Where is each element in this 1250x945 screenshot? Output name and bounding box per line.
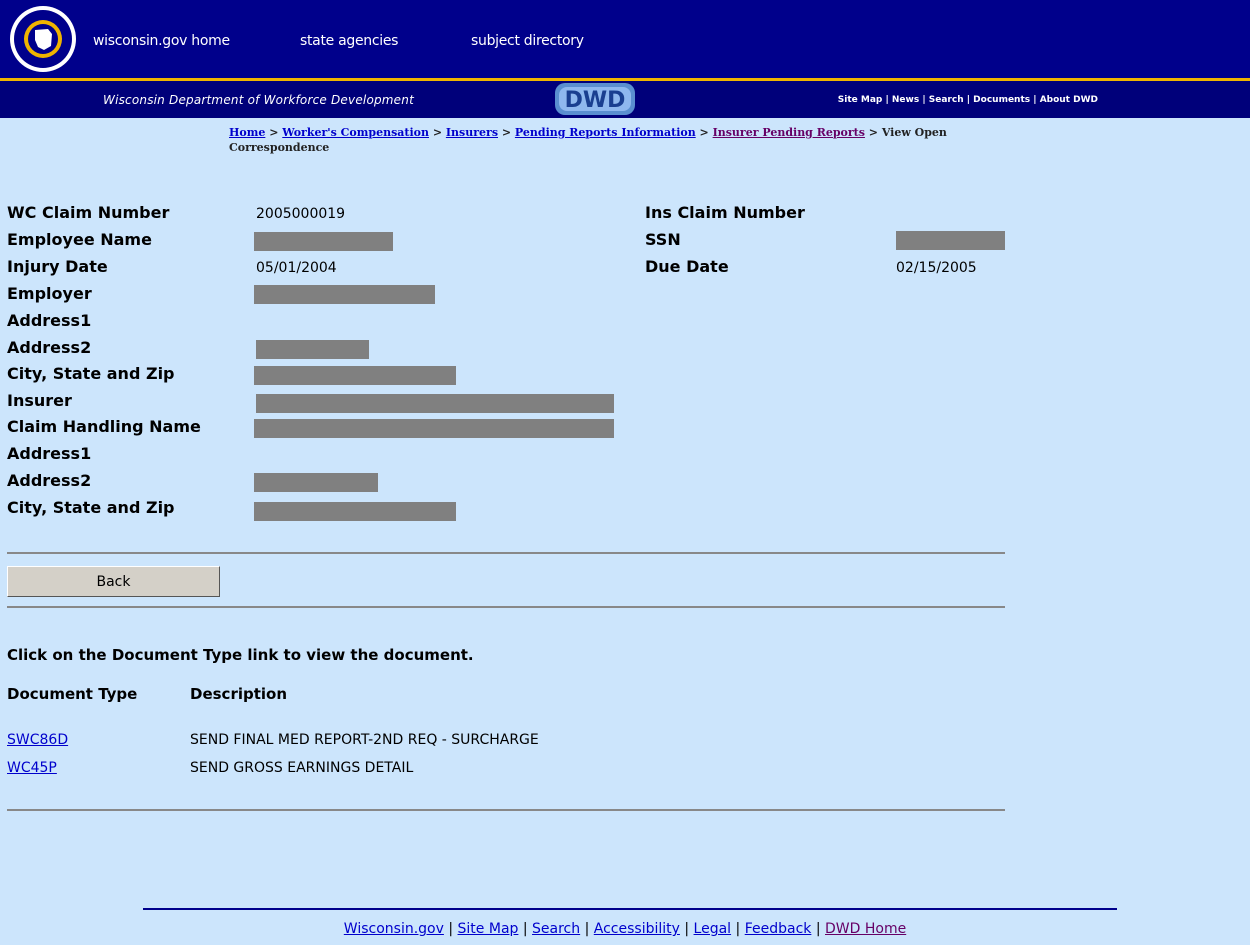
claim-handling-name-redacted [254, 419, 614, 438]
ins-claim-number-label: Ins Claim Number [645, 203, 805, 222]
breadcrumb-workers-compensation[interactable]: Worker's Compensation [282, 126, 429, 139]
footer-feedback-link[interactable]: Feedback [745, 921, 812, 937]
ssn-redacted [896, 231, 1005, 250]
claim-handling-name-label: Claim Handling Name [7, 417, 201, 436]
description-header: Description [190, 685, 288, 703]
due-date-value: 02/15/2005 [896, 260, 977, 276]
about-dwd-link[interactable]: About DWD [1040, 95, 1098, 105]
search-link[interactable]: Search [929, 95, 964, 105]
footer-site-map-link[interactable]: Site Map [458, 921, 519, 937]
footer-legal-link[interactable]: Legal [694, 921, 732, 937]
utility-links: Site Map | News | Search | Documents | A… [837, 95, 1098, 105]
subject-directory-link[interactable]: subject directory [471, 33, 584, 49]
document-description: SEND GROSS EARNINGS DETAIL [190, 760, 414, 776]
breadcrumb-insurers[interactable]: Insurers [446, 126, 498, 139]
document-description: SEND FINAL MED REPORT-2ND REQ - SURCHARG… [190, 732, 539, 748]
ssn-label: SSN [645, 230, 681, 249]
wisconsin-seal-icon[interactable] [8, 4, 78, 74]
site-map-link[interactable]: Site Map [838, 95, 883, 105]
footer-dwd-home-link[interactable]: DWD Home [825, 921, 906, 937]
breadcrumb-pending-reports-info[interactable]: Pending Reports Information [515, 126, 696, 139]
employee-name-label: Employee Name [7, 230, 152, 249]
employer-city-state-zip-redacted [254, 366, 456, 385]
documents-link[interactable]: Documents [973, 95, 1030, 105]
department-name: Wisconsin Department of Workforce Develo… [103, 93, 414, 107]
employee-name-redacted [254, 232, 393, 251]
insurer-city-state-zip-redacted [254, 502, 456, 521]
due-date-label: Due Date [645, 257, 729, 276]
employer-address2-label: Address2 [7, 338, 92, 357]
footer-links: Wisconsin.gov | Site Map | Search | Acce… [343, 921, 907, 937]
insurer-address1-label: Address1 [7, 444, 92, 463]
document-type-header: Document Type [7, 685, 138, 703]
back-button[interactable]: Back [7, 566, 220, 597]
department-bar: Wisconsin Department of Workforce Develo… [0, 81, 1250, 118]
insurer-label: Insurer [7, 391, 72, 410]
document-link-wc45p[interactable]: WC45P [7, 760, 57, 776]
footer-rule [143, 908, 1117, 910]
instruction-text: Click on the Document Type link to view … [7, 646, 474, 664]
insurer-address2-redacted [254, 473, 378, 492]
news-link[interactable]: News [892, 95, 919, 105]
dwd-logo-icon[interactable]: DWD [555, 83, 635, 115]
state-agencies-link[interactable]: state agencies [300, 33, 398, 49]
document-link-swc86d[interactable]: SWC86D [7, 732, 68, 748]
footer-search-link[interactable]: Search [532, 921, 580, 937]
insurer-redacted [256, 394, 614, 413]
insurer-address2-label: Address2 [7, 471, 92, 490]
injury-date-value: 05/01/2004 [256, 260, 337, 276]
divider-top [7, 552, 1005, 554]
breadcrumb-home[interactable]: Home [229, 126, 265, 139]
footer-accessibility-link[interactable]: Accessibility [594, 921, 680, 937]
employer-redacted [254, 285, 435, 304]
wc-claim-number-label: WC Claim Number [7, 203, 170, 222]
employer-label: Employer [7, 284, 92, 303]
employer-address2-redacted [256, 340, 369, 359]
footer-wisconsin-gov-link[interactable]: Wisconsin.gov [344, 921, 444, 937]
divider-bottom [7, 809, 1005, 811]
breadcrumb: Home > Worker's Compensation > Insurers … [229, 126, 947, 154]
insurer-city-state-zip-label: City, State and Zip [7, 498, 175, 517]
injury-date-label: Injury Date [7, 257, 108, 276]
employer-city-state-zip-label: City, State and Zip [7, 364, 175, 383]
logo-text: DWD [565, 88, 626, 113]
top-header: wisconsin.gov home state agencies subjec… [0, 0, 1250, 81]
wc-claim-number-value: 2005000019 [256, 206, 346, 222]
divider-middle [7, 606, 1005, 608]
wisconsin-gov-home-link[interactable]: wisconsin.gov home [93, 33, 230, 49]
breadcrumb-insurer-pending-reports[interactable]: Insurer Pending Reports [713, 126, 865, 139]
employer-address1-label: Address1 [7, 311, 92, 330]
